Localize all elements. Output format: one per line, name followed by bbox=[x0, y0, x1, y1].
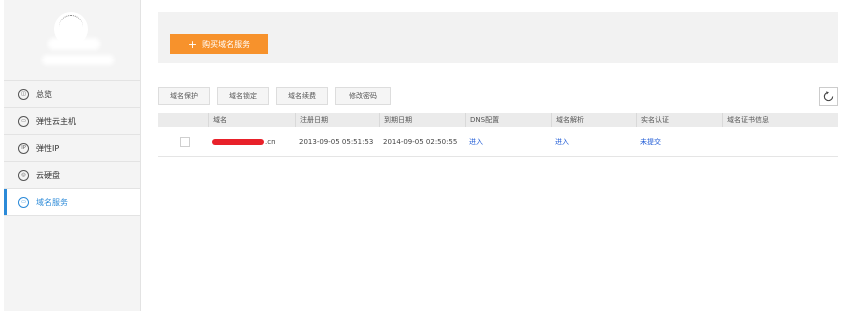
sidebar-nav: ◫ 总览 ▭ 弹性云主机 IP 弹性IP ◎ 云硬盘 ▭ 域名服务 bbox=[4, 80, 140, 216]
sidebar-item-label: 云硬盘 bbox=[36, 170, 60, 180]
plus-icon: + bbox=[187, 37, 198, 51]
sidebar-item-cloud-disk[interactable]: ◎ 云硬盘 bbox=[4, 162, 140, 189]
column-header-dns: DNS配置 bbox=[465, 113, 551, 127]
real-name-verify-link[interactable]: 未提交 bbox=[640, 138, 661, 146]
buy-domain-button[interactable]: + 购买域名服务 bbox=[170, 34, 268, 54]
sidebar-item-label: 弹性云主机 bbox=[36, 116, 76, 126]
domain-icon: ▭ bbox=[18, 196, 29, 208]
sidebar-item-domain-service[interactable]: ▭ 域名服务 bbox=[4, 189, 140, 216]
column-header-cert: 域名证书信息 bbox=[722, 113, 838, 127]
table-header: 域名 注册日期 到期日期 DNS配置 域名解析 实名认证 域名证书信息 bbox=[158, 113, 838, 127]
dns-config-cell: 进入 bbox=[465, 127, 551, 157]
change-password-button[interactable]: 修改密码 bbox=[335, 87, 391, 105]
domain-resolve-cell: 进入 bbox=[551, 127, 636, 157]
ip-icon: IP bbox=[18, 142, 29, 154]
disk-icon: ◎ bbox=[18, 169, 29, 181]
registered-date-cell: 2013-09-05 05:51:53 bbox=[299, 138, 374, 146]
dashboard-icon: ◫ bbox=[18, 88, 29, 100]
sidebar-item-overview[interactable]: ◫ 总览 bbox=[4, 81, 140, 108]
redacted-username bbox=[48, 38, 100, 50]
domain-cell: .cn bbox=[208, 127, 295, 157]
sidebar-item-label: 弹性IP bbox=[36, 143, 60, 153]
column-header-expires: 到期日期 bbox=[379, 113, 465, 127]
redacted-domain bbox=[212, 139, 264, 145]
refresh-button[interactable] bbox=[819, 87, 838, 106]
profile-area bbox=[4, 0, 140, 80]
row-checkbox[interactable] bbox=[180, 137, 190, 147]
column-header-registered: 注册日期 bbox=[295, 113, 379, 127]
real-name-verify-cell: 未提交 bbox=[636, 127, 722, 157]
sidebar-item-label: 域名服务 bbox=[36, 197, 68, 207]
sidebar: ◫ 总览 ▭ 弹性云主机 IP 弹性IP ◎ 云硬盘 ▭ 域名服务 bbox=[4, 0, 141, 311]
sidebar-item-elastic-ip[interactable]: IP 弹性IP bbox=[4, 135, 140, 162]
refresh-icon bbox=[823, 91, 834, 102]
sidebar-item-label: 总览 bbox=[36, 89, 52, 99]
domain-resolve-link[interactable]: 进入 bbox=[555, 138, 569, 146]
table-row: .cn 2013-09-05 05:51:53 2014-09-05 02:50… bbox=[158, 127, 838, 157]
action-banner: + 购买域名服务 bbox=[158, 12, 838, 63]
domain-lock-button[interactable]: 域名锁定 bbox=[217, 87, 269, 105]
buy-domain-label: 购买域名服务 bbox=[202, 39, 251, 49]
domain-renew-button[interactable]: 域名续费 bbox=[276, 87, 328, 105]
server-icon: ▭ bbox=[18, 115, 29, 127]
avatar-placeholder-icon bbox=[59, 15, 83, 39]
select-column-header bbox=[158, 113, 208, 127]
column-header-verify: 实名认证 bbox=[636, 113, 722, 127]
expiry-date-cell: 2014-09-05 02:50:55 bbox=[383, 138, 458, 146]
domain-suffix: .cn bbox=[265, 138, 276, 146]
domain-protection-button[interactable]: 域名保护 bbox=[158, 87, 210, 105]
dns-config-link[interactable]: 进入 bbox=[469, 138, 483, 146]
cert-info-cell bbox=[722, 127, 838, 157]
column-header-resolve: 域名解析 bbox=[551, 113, 636, 127]
sidebar-item-elastic-cloud-server[interactable]: ▭ 弹性云主机 bbox=[4, 108, 140, 135]
domain-toolbar: 域名保护 域名锁定 域名续费 修改密码 bbox=[158, 87, 398, 105]
redacted-account-info bbox=[42, 55, 114, 65]
column-header-domain: 域名 bbox=[208, 113, 295, 127]
